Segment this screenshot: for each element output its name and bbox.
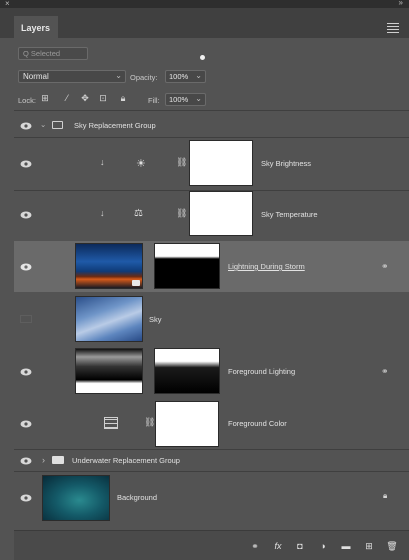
link-icon[interactable]: ⚭ [381,366,389,377]
opacity-field[interactable]: 100% ⌄ [165,70,206,83]
layer-row-background[interactable]: Background 🔒︎ [14,472,409,524]
layer-row-foreground-color[interactable]: ⛓ Foreground Color [14,399,409,449]
chevron-down-icon: ⌄ [115,71,122,80]
layer-thumbnail[interactable] [75,348,143,394]
clipping-arrow-icon: ↓ [100,208,105,218]
chevron-down-icon[interactable]: ⌄ [40,120,46,129]
tab-bar: Layers [0,8,409,38]
lock-label: Lock: [18,96,36,105]
layer-name[interactable]: Background [117,493,157,502]
opacity-label: Opacity: [130,73,158,82]
new-adjustment-icon[interactable]: ◑ [317,540,329,552]
layer-thumbnail[interactable] [75,296,143,342]
link-chain-icon[interactable]: ⛓ [144,417,155,428]
chevron-down-icon: ⌄ [195,94,202,103]
fx-icon[interactable]: fx [272,540,284,552]
lock-icon: 🔒︎ [383,491,388,500]
mask-thumbnail[interactable] [189,140,253,186]
collapse-icon[interactable]: » [399,0,403,7]
clipping-arrow-icon: ↓ [100,157,105,167]
mask-thumbnail[interactable] [189,191,253,236]
mask-thumbnail[interactable] [154,348,220,394]
layer-row-sky-brightness[interactable]: ↓ ☀ ⛓ Sky Brightness [14,138,409,190]
mask-thumbnail[interactable] [154,243,220,289]
tab-layers[interactable]: Layers [14,16,58,38]
layer-name[interactable]: Sky Temperature [261,210,318,219]
link-layers-icon[interactable]: ⚭ [249,540,261,552]
lock-image-icon[interactable]: ⁄ [62,93,72,103]
filter-toggle-icon[interactable] [200,55,205,60]
divider [14,110,409,111]
layers-bottom-toolbar: ⚭ fx ◘ ◑ ▬ ⊞ 🗑︎ [14,530,409,560]
lock-transparent-icon[interactable]: ⊞ [40,93,50,103]
chevron-right-icon[interactable]: › [42,455,45,465]
layer-name[interactable]: Lightning During Storm [228,262,305,271]
layer-filter-input[interactable]: Q Selected [18,47,88,60]
panel-menu-icon[interactable] [387,23,399,35]
layer-row-sky-temperature[interactable]: ↓ ⚖ ⛓ Sky Temperature [14,191,409,240]
brightness-icon: ☀ [136,158,146,170]
add-mask-icon[interactable]: ◘ [294,540,306,552]
fill-label: Fill: [148,96,160,105]
new-layer-icon[interactable]: ⊞ [363,540,375,552]
lock-all-icon[interactable]: 🔒︎ [118,93,128,103]
layer-name[interactable]: Foreground Lighting [228,367,295,376]
smart-object-icon [132,280,140,286]
visibility-eye-icon[interactable] [20,211,32,219]
layer-name[interactable]: Sky Brightness [261,159,311,168]
visibility-eye-icon[interactable] [20,368,32,376]
fill-value: 100% [169,95,189,104]
grid-icon [104,417,118,429]
blend-mode-value: Normal [23,72,49,81]
layer-thumbnail[interactable] [75,243,143,289]
fill-field[interactable]: 100% ⌄ [165,93,206,106]
link-icon[interactable]: ⚭ [381,261,389,272]
panel-top-strip: × » [0,0,409,8]
chevron-down-icon: ⌄ [195,71,202,80]
visibility-eye-icon[interactable] [20,263,32,271]
layer-row-sky[interactable]: Sky [14,293,409,345]
link-chain-icon[interactable]: ⛓ [176,157,187,168]
opacity-value: 100% [169,72,189,81]
blend-mode-select[interactable]: Normal ⌄ [18,70,126,83]
link-chain-icon[interactable]: ⛓ [176,208,187,219]
lock-artboard-icon[interactable]: ⊡ [98,93,108,103]
layer-row-sky-replacement-group[interactable]: ⌄ Sky Replacement Group [14,114,409,136]
visibility-eye-icon[interactable] [20,160,32,168]
visibility-eye-icon[interactable] [20,457,32,465]
visibility-eye-icon[interactable] [20,494,32,502]
folder-icon [52,456,64,464]
layer-thumbnail[interactable] [42,475,110,521]
trash-icon[interactable]: 🗑︎ [386,540,398,552]
new-group-icon[interactable]: ▬ [340,540,352,552]
folder-icon [52,121,63,129]
layer-row-lightning-during-storm[interactable]: Lightning During Storm ⚭ [14,241,409,292]
layer-name[interactable]: Sky Replacement Group [74,121,156,130]
visibility-eye-icon[interactable] [20,122,32,130]
lock-position-icon[interactable]: ✥ [80,93,90,103]
layer-name[interactable]: Foreground Color [228,419,287,428]
layer-row-foreground-lighting[interactable]: Foreground Lighting ⚭ [14,346,409,398]
visibility-eye-icon[interactable] [20,420,32,428]
layer-name[interactable]: Sky [149,315,162,324]
close-icon[interactable]: × [5,0,10,8]
color-balance-icon: ⚖ [134,208,143,219]
layer-name[interactable]: Underwater Replacement Group [72,456,180,465]
visibility-off-icon[interactable] [20,315,32,323]
layer-row-underwater-replacement-group[interactable]: › Underwater Replacement Group [14,450,409,471]
mask-thumbnail[interactable] [155,401,219,447]
